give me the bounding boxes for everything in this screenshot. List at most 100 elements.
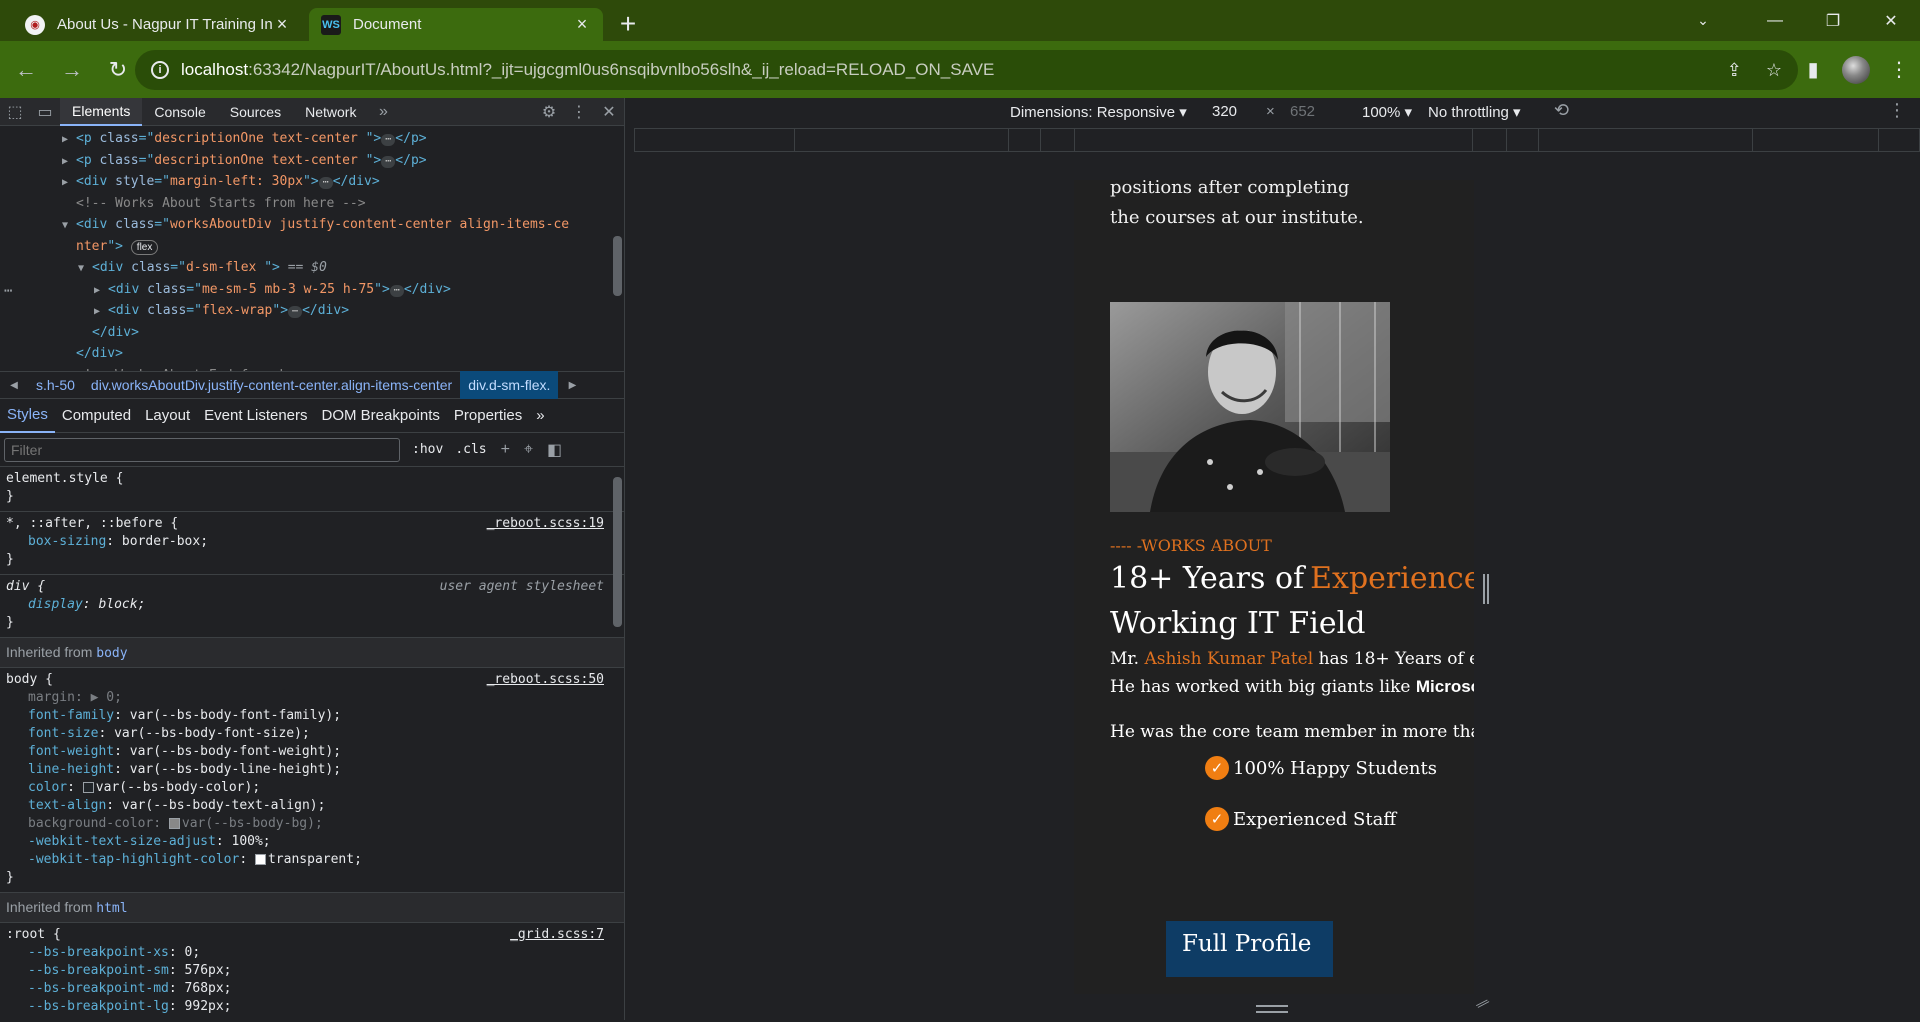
address-bar[interactable]: i localhost:63342/NagpurIT/AboutUs.html?… — [135, 50, 1798, 90]
inspect-element-icon[interactable]: ⬚ — [0, 98, 30, 126]
rule-source-link[interactable]: _grid.scss:7 — [510, 927, 604, 942]
settings-gear-icon[interactable]: ⚙ — [534, 98, 564, 126]
forward-arrow-icon[interactable]: → — [52, 50, 92, 90]
tree-node[interactable]: ▼ <div class="worksAboutDiv justify-conte… — [0, 217, 624, 239]
site-info-icon[interactable]: i — [151, 61, 169, 79]
device-emulation-area: Dimensions: Responsive ▾ 320 × 652 100% … — [626, 98, 1920, 1020]
style-rule[interactable]: _reboot.scss:50 body { margin: ▶ 0; font… — [0, 668, 624, 893]
zoom-dropdown[interactable]: 100% ▾ — [1362, 103, 1412, 121]
tree-node[interactable]: ▶ <div class="flex-wrap"> ⋯ </div> — [0, 303, 624, 325]
url-text[interactable]: localhost:63342/NagpurIT/AboutUs.html?_i… — [181, 60, 994, 80]
more-style-tabs-icon[interactable]: » — [529, 399, 551, 433]
tree-node-close[interactable]: </div> — [0, 346, 624, 368]
tree-node[interactable]: ▶ <p class="descriptionOne text-center ">… — [0, 153, 624, 175]
styles-filter-input[interactable] — [4, 437, 400, 462]
style-rules-list[interactable]: element.style { } _reboot.scss:19 *, ::a… — [0, 467, 624, 1022]
styles-scrollbar[interactable] — [610, 467, 624, 1022]
style-rule[interactable]: user agent stylesheet div { display: blo… — [0, 575, 624, 638]
toggle-sidebar-icon[interactable]: ◧ — [547, 440, 562, 460]
bio-paragraph: He has worked with big giants like Micro… — [1110, 677, 1474, 697]
breadcrumb-right-arrow-icon[interactable]: ▶ — [558, 380, 586, 391]
omnibox-actions: ⇪ ☆ — [1727, 50, 1782, 90]
hov-toggle[interactable]: :hov — [412, 442, 443, 457]
tab-elements[interactable]: Elements — [60, 97, 143, 126]
reload-icon[interactable]: ↻ — [98, 50, 138, 90]
side-panel-icon[interactable]: ▮ — [1792, 57, 1834, 82]
tab-search-chevron-icon[interactable]: ⌄ — [1678, 0, 1728, 41]
tab-styles[interactable]: Styles — [0, 399, 55, 433]
throttling-dropdown[interactable]: No throttling ▾ — [1428, 103, 1521, 121]
tab-dom-breakpoints[interactable]: DOM Breakpoints — [315, 399, 447, 433]
paint-brush-icon[interactable]: ⌖ — [524, 441, 533, 459]
tree-node[interactable]: ▶ <div class="me-sm-5 mb-3 w-25 h-75"> ⋯ </… — [0, 282, 624, 304]
dimensions-dropdown[interactable]: Dimensions: Responsive ▾ — [1010, 103, 1187, 121]
style-rule[interactable]: _reboot.scss:19 *, ::after, ::before { b… — [0, 512, 624, 575]
tab-network[interactable]: Network — [293, 98, 368, 126]
device-toolbar-icon[interactable]: ▭ — [30, 98, 60, 126]
minimize-icon[interactable]: — — [1746, 0, 1804, 41]
device-menu-icon[interactable]: ⋮ — [1888, 100, 1906, 121]
tree-comment[interactable]: <!-- Works About End from here --> — [0, 368, 624, 372]
browser-tab-about-us[interactable]: ◉ About Us - Nagpur IT Training In × — [13, 8, 303, 41]
rule-source-link[interactable]: _reboot.scss:50 — [487, 672, 604, 687]
checkmark-icon: ✓ — [1205, 807, 1229, 831]
profile-photo — [1110, 302, 1390, 512]
rule-source-link[interactable]: _reboot.scss:19 — [487, 516, 604, 531]
new-rule-plus-icon[interactable]: + — [501, 441, 510, 459]
bookmark-star-icon[interactable]: ☆ — [1766, 60, 1782, 81]
browser-title-bar: ◉ About Us - Nagpur IT Training In × WS … — [0, 0, 1920, 41]
breadcrumb-left-arrow-icon[interactable]: ◀ — [0, 380, 28, 391]
back-arrow-icon[interactable]: ← — [6, 50, 46, 90]
tab-sources[interactable]: Sources — [218, 98, 293, 126]
rotate-icon[interactable]: ⟲ — [1554, 100, 1569, 121]
viewport-corner-resize-icon[interactable]: ⫽ — [1473, 996, 1490, 1014]
emulated-viewport: positions after completing the courses a… — [1074, 180, 1474, 994]
tree-node-cont[interactable]: nter"> flex — [0, 239, 624, 261]
profile-avatar[interactable] — [1842, 55, 1870, 84]
style-rule[interactable]: _grid.scss:7 :root { --bs-breakpoint-xs:… — [0, 923, 624, 1021]
devtools-panel: ⬚ ▭ Elements Console Sources Network » ⚙… — [0, 97, 625, 1022]
tree-node[interactable]: ▶ <div style="margin-left: 30px"> ⋯ </div> — [0, 174, 624, 196]
tab-computed[interactable]: Computed — [55, 399, 138, 433]
styles-tabbar: Styles Computed Layout Event Listeners D… — [0, 399, 624, 433]
breadcrumb-item-current[interactable]: div.d-sm-flex. — [460, 371, 559, 399]
tree-comment[interactable]: <!-- Works About Starts from here --> — [0, 196, 624, 218]
tree-node[interactable]: ▶ <p class="descriptionOne text-center ">… — [0, 131, 624, 153]
breadcrumb-item[interactable]: s.h-50 — [28, 371, 83, 399]
tab-event-listeners[interactable]: Event Listeners — [197, 399, 314, 433]
devtools-menu-icon[interactable]: ⋮ — [564, 98, 594, 126]
webstorm-favicon-icon: WS — [321, 14, 341, 35]
tab-console[interactable]: Console — [142, 98, 217, 126]
style-rule[interactable]: element.style { } — [0, 467, 624, 512]
breadcrumb-item[interactable]: div.worksAboutDiv.justify-content-center… — [83, 371, 460, 399]
close-window-icon[interactable]: ✕ — [1862, 0, 1920, 41]
devtools-close-icon[interactable]: ✕ — [594, 98, 624, 126]
width-input[interactable]: 320 — [1212, 103, 1237, 120]
tree-node-selected[interactable]: ▼ <div class="d-sm-flex "> == $0 — [0, 260, 624, 282]
elements-tree[interactable]: ⋯ ▶ <p class="descriptionOne text-center … — [0, 126, 624, 371]
tab-properties[interactable]: Properties — [447, 399, 529, 433]
full-profile-button[interactable]: Full Profile — [1166, 921, 1333, 977]
tab-layout[interactable]: Layout — [138, 399, 197, 433]
tab-close-icon[interactable]: × — [573, 14, 591, 34]
height-input[interactable]: 652 — [1290, 103, 1315, 120]
cls-toggle[interactable]: .cls — [455, 442, 486, 457]
new-tab-plus-icon[interactable]: + — [611, 7, 645, 41]
toolbar-right: ▮ ⋮ — [1792, 41, 1920, 98]
tab-title: Document — [353, 16, 422, 33]
tree-scrollbar[interactable] — [610, 126, 624, 371]
viewport-resize-handle[interactable] — [1483, 574, 1489, 604]
section-eyebrow: ---- -WORKS ABOUT — [1110, 536, 1272, 555]
checkmark-icon: ✓ — [1205, 756, 1229, 780]
viewport-bottom-resize-handle[interactable] — [1256, 1005, 1288, 1013]
site-favicon-icon: ◉ — [25, 14, 45, 35]
media-query-ruler[interactable] — [634, 128, 1920, 152]
more-tabs-chevron-icon[interactable]: » — [368, 98, 398, 126]
tree-node-close[interactable]: </div> — [0, 325, 624, 347]
tab-close-icon[interactable]: × — [273, 14, 291, 34]
restore-icon[interactable]: ❐ — [1804, 0, 1862, 41]
browser-tab-document[interactable]: WS Document × — [309, 8, 603, 41]
share-icon[interactable]: ⇪ — [1727, 60, 1742, 81]
chrome-menu-icon[interactable]: ⋮ — [1878, 57, 1920, 82]
breadcrumb: ◀ s.h-50 div.worksAboutDiv.justify-conte… — [0, 371, 624, 399]
